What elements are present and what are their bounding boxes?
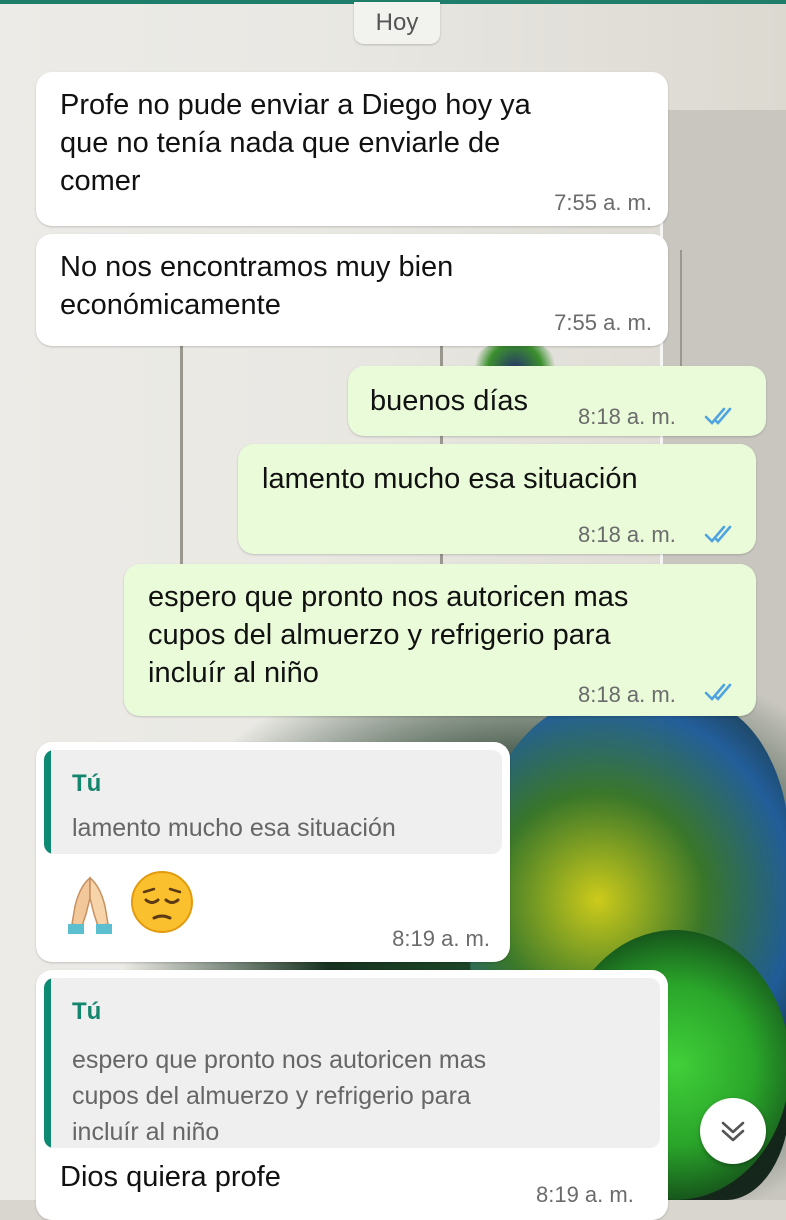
message-text: espero que pronto nos autoricen mas cupo…	[148, 581, 629, 689]
date-label: Hoy	[375, 9, 419, 36]
message-text: No nos encontramos muy bien económicamen…	[60, 251, 454, 321]
incoming-reply-message[interactable]: Tú lamento mucho esa situación 8:19 a. m…	[36, 742, 510, 962]
quote-author: Tú	[72, 998, 102, 1025]
quote-text: espero que pronto nos autoricen mas cupo…	[72, 1046, 487, 1146]
message-text: Dios quiera profe	[60, 1161, 281, 1193]
read-receipt-icon	[704, 683, 732, 701]
message-time: 8:18 a. m.	[578, 682, 676, 707]
incoming-reply-message[interactable]: Tú espero que pronto nos autoricen mas c…	[36, 970, 668, 1220]
quote-text: lamento mucho esa situación	[72, 814, 396, 842]
quote-accent-bar	[44, 978, 51, 1148]
outgoing-message[interactable]: espero que pronto nos autoricen mas cupo…	[124, 564, 756, 716]
quote-accent-bar	[44, 750, 51, 854]
outgoing-message[interactable]: lamento mucho esa situación 8:18 a. m.	[238, 444, 756, 554]
quoted-message[interactable]: Tú espero que pronto nos autoricen mas c…	[44, 978, 660, 1148]
message-time: 8:18 a. m.	[578, 404, 676, 429]
message-time: 8:18 a. m.	[578, 522, 676, 547]
message-text: Profe no pude enviar a Diego hoy ya que …	[60, 89, 531, 197]
read-receipt-icon	[704, 407, 732, 425]
quote-author: Tú	[72, 770, 102, 797]
message-time: 8:19 a. m.	[392, 926, 490, 951]
message-time: 7:55 a. m.	[554, 190, 652, 215]
incoming-message[interactable]: Profe no pude enviar a Diego hoy ya que …	[36, 72, 668, 226]
quoted-message[interactable]: Tú lamento mucho esa situación	[44, 750, 502, 854]
message-time: 7:55 a. m.	[554, 310, 652, 335]
incoming-message[interactable]: No nos encontramos muy bien económicamen…	[36, 234, 668, 346]
read-receipt-icon	[704, 525, 732, 543]
conversation[interactable]: Hoy Profe no pude enviar a Diego hoy ya …	[0, 0, 786, 1220]
pensive-face-emoji	[131, 871, 193, 933]
message-text: lamento mucho esa situación	[262, 463, 638, 495]
message-time: 8:19 a. m.	[536, 1182, 634, 1207]
double-chevron-down-icon	[721, 1121, 745, 1142]
folded-hands-emoji	[68, 876, 112, 934]
scroll-to-bottom-button[interactable]	[700, 1098, 766, 1164]
outgoing-message[interactable]: buenos días 8:18 a. m.	[348, 366, 766, 436]
date-chip: Hoy	[354, 2, 440, 44]
message-text: buenos días	[370, 385, 529, 417]
